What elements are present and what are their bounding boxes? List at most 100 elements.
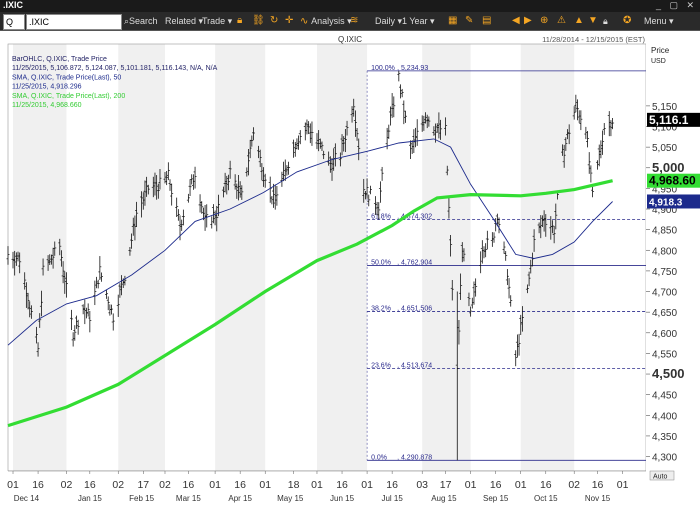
y-tick-label: 4,550	[652, 349, 677, 360]
y-tick-label: 4,500	[652, 366, 685, 381]
last-price-value: 4,968.60	[649, 174, 696, 188]
x-tick-label: 17	[440, 479, 452, 491]
legend-line: 11/25/2015, 5,106.872, 5,124.087, 5,101.…	[12, 65, 218, 72]
y-tick-label: 5,050	[652, 143, 677, 154]
legend-line: BarOHLC, Q.IXIC, Trade Price	[12, 56, 107, 63]
zoom-in-icon[interactable]: ⊕	[540, 14, 548, 28]
fib-level-percent: 61.8%	[371, 214, 391, 221]
y-axis: Price USD 4,300 4,350 4,400 4,450 4,500 4,550 4,…	[646, 31, 700, 471]
legend-line: 11/25/2015, 4,918.296	[12, 84, 82, 91]
x-tick-label: 16	[183, 479, 195, 491]
y-tick-label: 4,350	[652, 432, 677, 443]
x-tick-label: 01	[361, 479, 373, 491]
x-month-label: Feb 15	[129, 494, 154, 503]
last-price-value: 4,918.3	[649, 197, 683, 208]
fib-level-value: , 4,762.904	[397, 260, 432, 267]
x-tick-label: 01	[7, 479, 19, 491]
trade-menu[interactable]: Trade ▾	[202, 14, 232, 28]
x-tick-label: 18	[288, 479, 300, 491]
x-tick-label: 01	[311, 479, 323, 491]
x-month-label: Apr 15	[228, 494, 252, 503]
y-tick-label: 4,400	[652, 411, 677, 422]
lock-chart-icon[interactable]: 🔒︎	[603, 14, 608, 28]
x-month-label: Jul 15	[381, 494, 403, 503]
x-tick-label: 01	[465, 479, 477, 491]
alert-icon[interactable]: ⚠	[557, 14, 566, 28]
menu-button[interactable]: Menu ▾	[644, 14, 674, 28]
x-month-label: Dec 14	[14, 494, 40, 503]
search-button[interactable]: ⌕Search	[124, 14, 158, 28]
x-tick-label: 16	[234, 479, 246, 491]
lock-icon[interactable]: 🔒︎	[237, 14, 242, 28]
x-tick-label: 01	[209, 479, 221, 491]
y-tick-label: 4,700	[652, 288, 677, 299]
range-select[interactable]: 1 Year ▾	[402, 14, 435, 28]
y-axis-unit: USD	[651, 58, 666, 65]
x-month-label: Mar 15	[176, 494, 201, 503]
indicator-icon[interactable]: ≋	[350, 14, 358, 28]
x-month-label: May 15	[277, 494, 304, 503]
x-axis: Auto 01 16 02 16 02 17 02 16 01 16 01 18 01 16 01 16 03 17…	[0, 470, 700, 521]
x-tick-label: 16	[592, 479, 604, 491]
x-tick-label: 16	[32, 479, 44, 491]
y-tick-label: 4,450	[652, 391, 677, 402]
x-month-label: Oct 15	[534, 494, 558, 503]
y-tick-label: 5,000	[652, 160, 685, 175]
drawing-icon[interactable]: ✎	[465, 14, 473, 28]
link-indicator[interactable]: Q	[3, 14, 25, 30]
chart-symbol: Q.IXIC	[338, 35, 362, 44]
crosshair-icon[interactable]: ✛	[285, 14, 293, 28]
window-title: .IXIC	[3, 0, 24, 10]
legend-line: SMA, Q.IXIC, Trade Price(Last), 50	[12, 74, 121, 81]
x-month-label: Aug 15	[431, 494, 457, 503]
link-icon[interactable]: ⛓︎	[252, 14, 265, 28]
scroll-left-icon[interactable]: ◀	[512, 14, 520, 28]
y-tick-label: 4,650	[652, 308, 677, 319]
symbol-input[interactable]: .IXIC	[26, 14, 122, 30]
scroll-right-icon[interactable]: ▶	[524, 14, 532, 28]
y-axis-title: Price	[651, 46, 670, 55]
x-tick-label: 17	[137, 479, 149, 491]
fib-level-value: , 4,651.506	[397, 306, 432, 313]
analysis-menu[interactable]: ∿ Analysis ▾	[300, 14, 352, 28]
arrow-down-icon[interactable]: ▼	[588, 14, 598, 28]
fib-level-percent: 38.2%	[371, 306, 391, 313]
window-controls[interactable]: _ ▢ ✕	[656, 0, 697, 11]
analysis-icon: ∿	[300, 16, 312, 27]
x-month-label: Sep 15	[483, 494, 509, 503]
x-tick-label: 02	[568, 479, 580, 491]
fib-level-value: , 4,290.878	[397, 454, 432, 461]
settings-icon[interactable]: ✪	[623, 14, 631, 28]
y-tick-label: 4,800	[652, 246, 677, 257]
chart-type-icon[interactable]: ▦	[448, 14, 457, 28]
x-tick-label: 16	[540, 479, 552, 491]
x-month-label: Jan 15	[78, 494, 103, 503]
date-range: 11/28/2014 - 12/15/2015 (EST)	[542, 35, 645, 44]
window-titlebar: .IXIC _ ▢ ✕	[0, 0, 700, 12]
fib-level-value: , 4,513.674	[397, 362, 432, 369]
fib-level-percent: 0.0%	[371, 454, 387, 461]
y-tick-label: 4,300	[652, 453, 677, 464]
table-icon[interactable]: ▤	[482, 14, 491, 28]
legend-line: SMA, Q.IXIC, Trade Price(Last), 200	[12, 93, 125, 100]
fib-level-percent: 23.6%	[371, 362, 391, 369]
month-band	[118, 44, 165, 471]
refresh-icon[interactable]: ↻	[270, 14, 278, 28]
fib-level-percent: 50.0%	[371, 260, 391, 267]
toolbar: Q .IXIC ⌕Search Related ▾ Trade ▾ 🔒︎ ⛓︎ …	[0, 12, 700, 31]
fib-level-percent: 100.0%	[371, 65, 395, 72]
x-tick-label: 01	[515, 479, 527, 491]
x-tick-label: 16	[490, 479, 502, 491]
x-tick-label: 02	[112, 479, 124, 491]
period-select[interactable]: Daily ▾	[375, 14, 402, 28]
x-tick-label: 16	[386, 479, 398, 491]
arrow-up-icon[interactable]: ▲	[574, 14, 584, 28]
last-price-value: 5,116.1	[649, 113, 689, 127]
y-tick-label: 4,850	[652, 226, 677, 237]
y-tick-label: 5,150	[652, 102, 677, 113]
y-tick-label: 4,600	[652, 329, 677, 340]
related-menu[interactable]: Related ▾	[165, 14, 203, 28]
x-tick-label: 02	[61, 479, 73, 491]
x-tick-label: 16	[336, 479, 348, 491]
price-chart[interactable]: 100.0%, 5,234.9361.8%, 4,874.30250.0%, 4…	[0, 31, 700, 521]
